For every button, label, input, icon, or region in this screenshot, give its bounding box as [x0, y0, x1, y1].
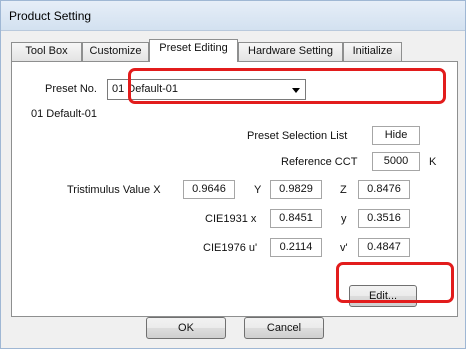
- tristimulus-label: Tristimulus Value X: [67, 184, 161, 196]
- cie1976-u-value: 0.2114: [270, 238, 322, 257]
- preset-selection-list-value: Hide: [372, 126, 420, 145]
- tab-hardware-setting[interactable]: Hardware Setting: [238, 42, 343, 61]
- tristimulus-x-value: 0.9646: [183, 180, 235, 199]
- window-title: Product Setting: [9, 9, 92, 23]
- tab-preset-editing[interactable]: Preset Editing: [149, 39, 238, 62]
- reference-cct-unit: K: [429, 156, 437, 168]
- reference-cct-label: Reference CCT: [281, 156, 358, 168]
- ok-button[interactable]: OK: [146, 317, 226, 339]
- cie1931-label: CIE1931 x: [205, 213, 257, 225]
- reference-cct-value: 5000: [372, 152, 420, 171]
- cie1931-x-value: 0.8451: [270, 209, 322, 228]
- product-setting-window: Product Setting Tool Box Customize Prese…: [0, 0, 466, 349]
- preset-no-value: 01 Default-01: [112, 83, 179, 95]
- cancel-button[interactable]: Cancel: [244, 317, 324, 339]
- preset-selection-list-label: Preset Selection List: [247, 130, 348, 142]
- tristimulus-z-label: Z: [340, 184, 347, 196]
- tab-tool-box[interactable]: Tool Box: [11, 42, 82, 61]
- dialog-client-area: Tool Box Customize Preset Editing Hardwa…: [6, 31, 460, 343]
- dropdown-arrow-icon: [292, 88, 300, 93]
- tristimulus-z-value: 0.8476: [358, 180, 410, 199]
- cie1976-v-label: v': [340, 242, 348, 254]
- cie1931-y-value: 0.3516: [358, 209, 410, 228]
- tristimulus-y-label: Y: [254, 184, 262, 196]
- cie1931-y-label: y: [341, 213, 347, 225]
- title-bar[interactable]: Product Setting: [1, 1, 465, 31]
- tristimulus-y-value: 0.9829: [270, 180, 322, 199]
- preset-editing-panel: Preset No. 01 Default-01 01 Default-01 P…: [11, 61, 458, 317]
- tab-initialize[interactable]: Initialize: [343, 42, 402, 61]
- tab-customize[interactable]: Customize: [82, 42, 149, 61]
- edit-button[interactable]: Edit...: [349, 285, 417, 307]
- cie1976-label: CIE1976 u': [203, 242, 258, 254]
- preset-no-label: Preset No.: [45, 83, 97, 95]
- cie1976-v-value: 0.4847: [358, 238, 410, 257]
- preset-heading: 01 Default-01: [31, 108, 98, 120]
- preset-no-dropdown[interactable]: 01 Default-01: [107, 79, 306, 100]
